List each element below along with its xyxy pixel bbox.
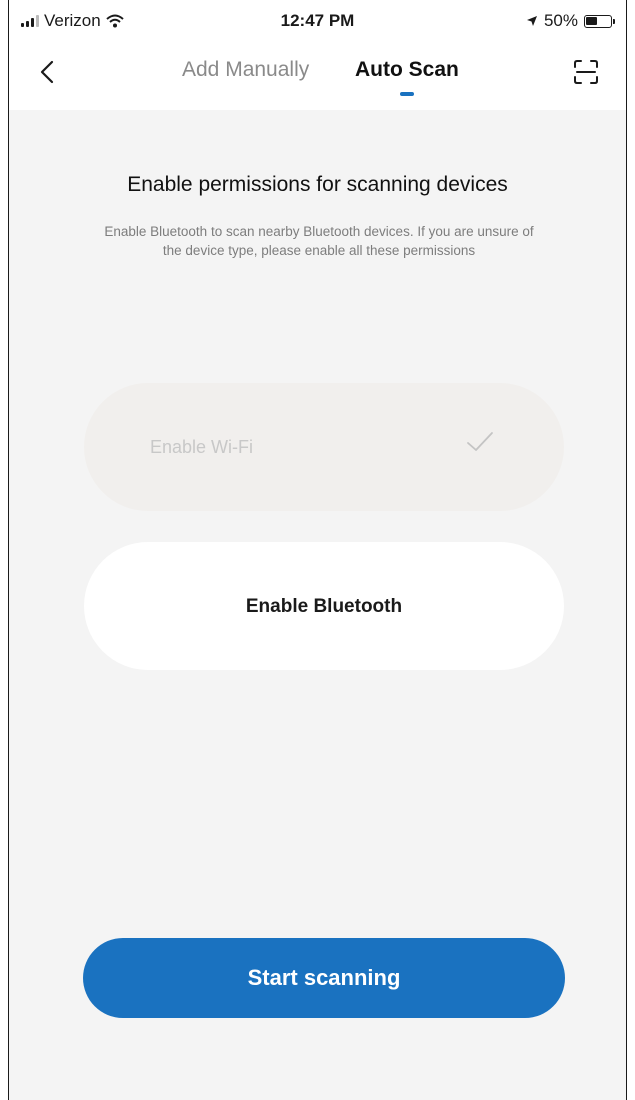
tab-auto-scan-label: Auto Scan xyxy=(355,58,459,81)
scan-frame-icon xyxy=(574,60,598,84)
chevron-left-icon xyxy=(40,60,54,84)
enable-bluetooth-option[interactable]: Enable Bluetooth xyxy=(84,542,564,670)
active-tab-indicator xyxy=(399,92,414,96)
battery-icon xyxy=(584,14,615,28)
app-screen: Verizon 12:47 PM 50% Add Manually Auto S… xyxy=(8,0,627,1100)
scan-code-button[interactable] xyxy=(568,54,604,90)
page-description: Enable Bluetooth to scan nearby Bluetoot… xyxy=(104,224,534,258)
start-scanning-button[interactable]: Start scanning xyxy=(83,938,565,1018)
tab-add-manually[interactable]: Add Manually xyxy=(182,58,309,82)
enable-bluetooth-label: Enable Bluetooth xyxy=(245,596,403,617)
enable-wifi-option[interactable]: Enable Wi-Fi xyxy=(84,383,564,511)
enable-wifi-label: Enable Wi-Fi xyxy=(150,437,254,457)
nav-bar: Add Manually Auto Scan xyxy=(9,48,626,98)
checkmark-icon xyxy=(467,432,493,451)
location-arrow-icon xyxy=(526,16,537,26)
header-area: Verizon 12:47 PM 50% Add Manually Auto S… xyxy=(9,0,626,110)
status-right: 50% xyxy=(526,11,615,31)
tab-auto-scan[interactable]: Auto Scan xyxy=(355,58,459,96)
page-title: Enable permissions for scanning devices xyxy=(127,173,508,196)
battery-percent: 50% xyxy=(543,11,578,30)
status-bar: Verizon 12:47 PM 50% xyxy=(9,8,626,38)
back-button[interactable] xyxy=(29,52,65,92)
